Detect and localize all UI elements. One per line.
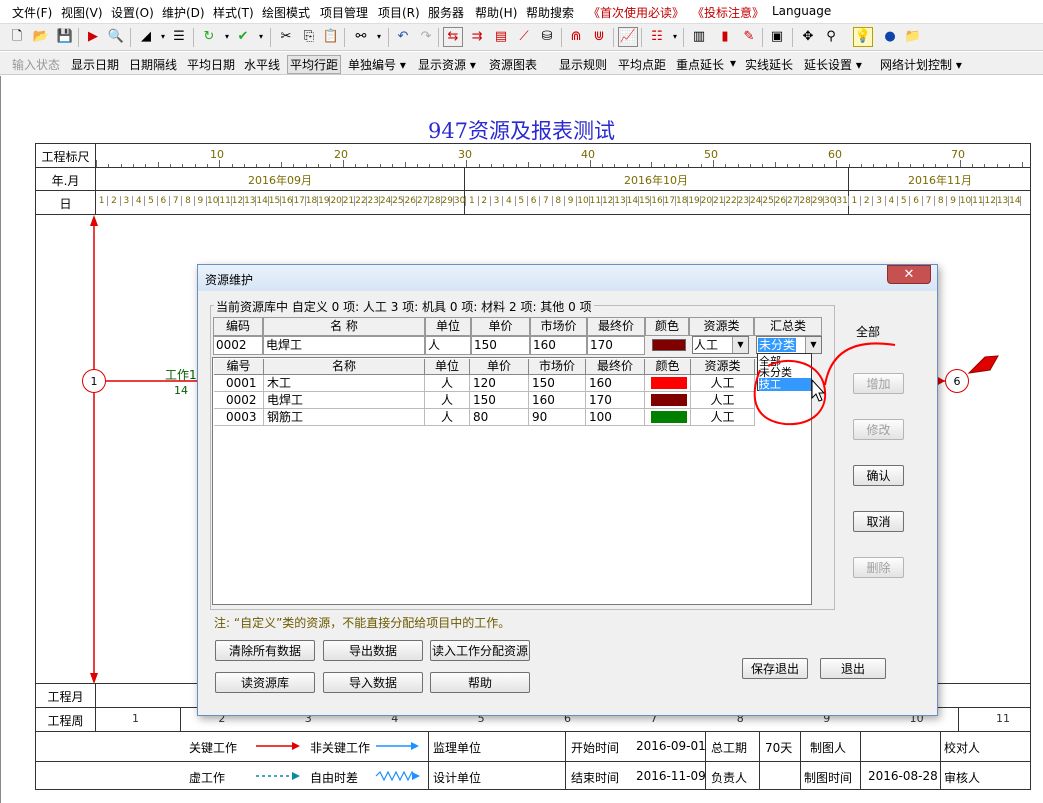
mouse-cursor-icon <box>811 378 826 402</box>
modify-button[interactable]: 修改 <box>853 419 904 440</box>
import-data-button[interactable]: 导入数据 <box>323 672 423 693</box>
clear-all-data-button[interactable]: 清除所有数据 <box>215 640 315 661</box>
exit-button[interactable]: 退出 <box>820 658 886 679</box>
export-data-button[interactable]: 导出数据 <box>323 640 423 661</box>
save-exit-button[interactable]: 保存退出 <box>742 658 808 679</box>
delete-button[interactable]: 删除 <box>853 557 904 578</box>
add-button[interactable]: 增加 <box>853 373 904 394</box>
read-work-assignment-button[interactable]: 读入工作分配资源 <box>430 640 530 661</box>
confirm-button[interactable]: 确认 <box>853 465 904 486</box>
cancel-button[interactable]: 取消 <box>853 511 904 532</box>
help-button[interactable]: 帮助 <box>430 672 530 693</box>
read-resource-library-button[interactable]: 读资源库 <box>215 672 315 693</box>
note-text: 注: “自定义”类的资源，不能直接分配给项目中的工作。 <box>214 616 511 630</box>
